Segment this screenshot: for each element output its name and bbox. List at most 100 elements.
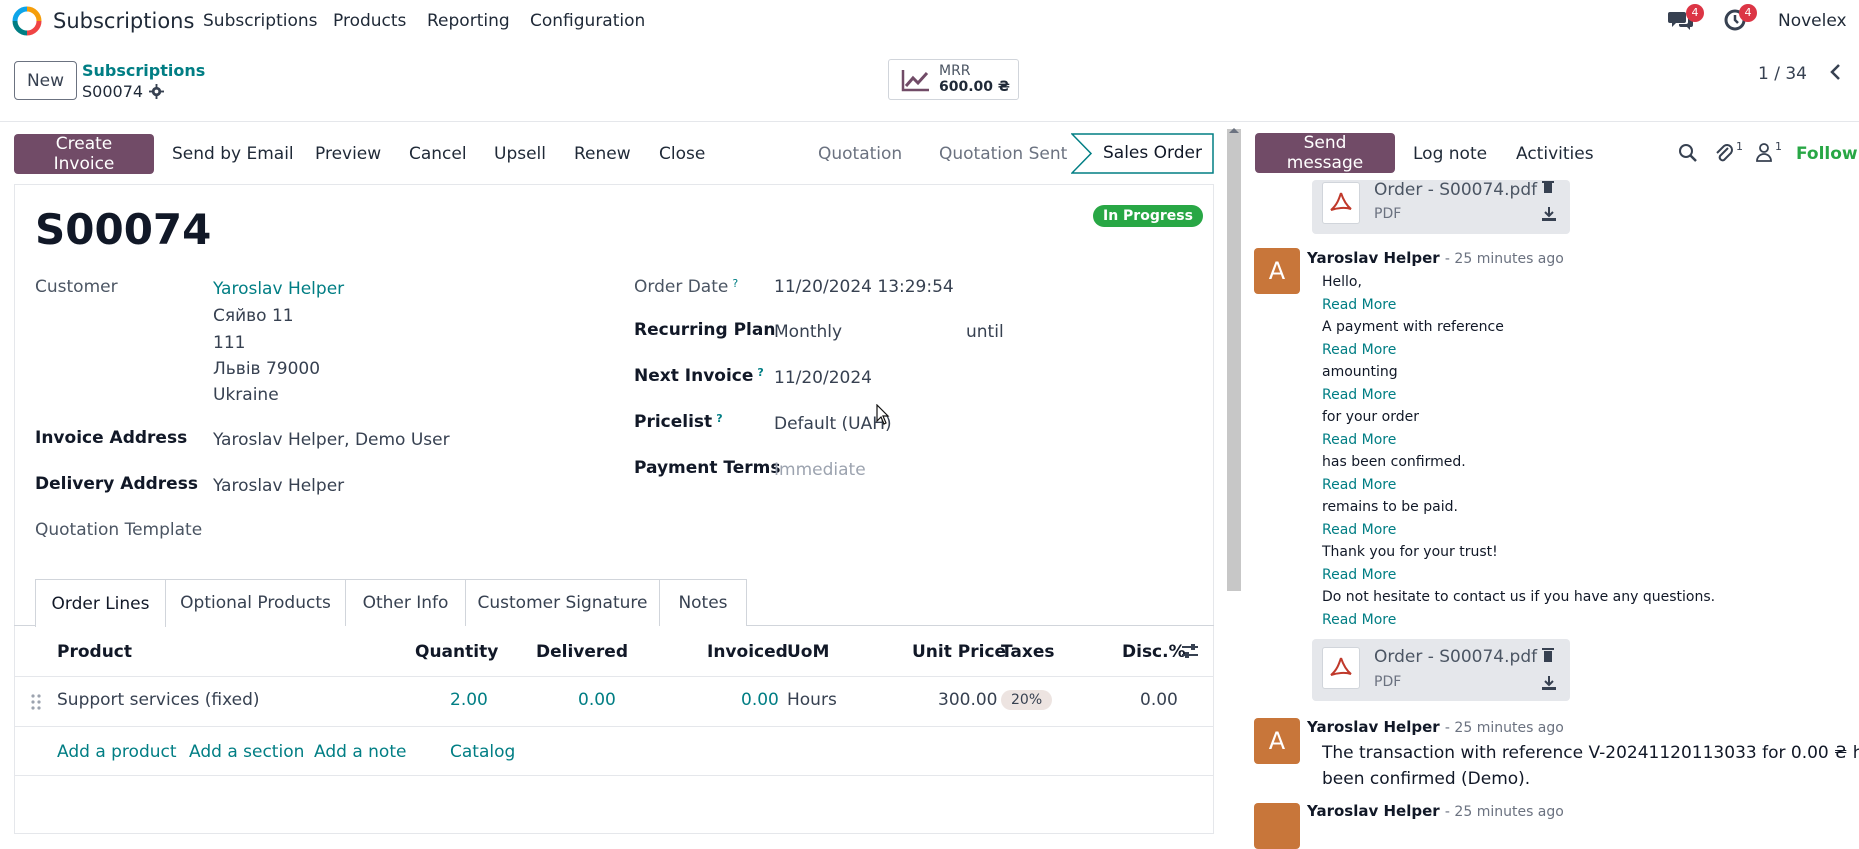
menu-reporting[interactable]: Reporting — [427, 11, 510, 31]
attachments-button[interactable]: 1 — [1714, 140, 1743, 168]
column-delivered[interactable]: Delivered — [536, 642, 628, 662]
menu-subscriptions[interactable]: Subscriptions — [203, 11, 317, 31]
attachment-card[interactable]: Order - S00074.pdf PDF — [1312, 639, 1570, 701]
form-scrollbar[interactable] — [1227, 129, 1241, 591]
read-more-link[interactable]: Read More — [1322, 297, 1396, 313]
pager-previous-button[interactable] — [1828, 62, 1842, 86]
menu-configuration[interactable]: Configuration — [530, 11, 645, 31]
help-icon[interactable]: ? — [716, 412, 722, 425]
preview-button[interactable]: Preview — [315, 144, 381, 164]
message-text: for your order — [1322, 409, 1419, 425]
pricelist-field[interactable]: Default (UAH) — [774, 414, 892, 434]
activities-button[interactable]: 4 — [1723, 4, 1757, 36]
mrr-smart-button[interactable]: MRR 600.00 ₴ — [888, 59, 1019, 100]
cancel-button[interactable]: Cancel — [409, 144, 467, 164]
read-more-link[interactable]: Read More — [1322, 342, 1396, 358]
catalog-link[interactable]: Catalog — [450, 742, 515, 762]
drag-handle-icon[interactable] — [30, 693, 42, 711]
tab-optional-products[interactable]: Optional Products — [165, 579, 346, 626]
message-text: A payment with reference — [1322, 319, 1504, 335]
column-unit-price[interactable]: Unit Price — [912, 642, 1006, 662]
gear-icon[interactable] — [149, 84, 165, 99]
message-text: remains to be paid. — [1322, 499, 1458, 515]
avatar[interactable]: A — [1254, 248, 1300, 294]
tab-order-lines[interactable]: Order Lines — [35, 579, 166, 627]
app-logo-icon[interactable] — [12, 6, 42, 36]
avatar[interactable] — [1254, 803, 1300, 849]
customer-field[interactable]: Yaroslav Helper — [213, 279, 344, 299]
column-uom[interactable]: UoM — [787, 642, 829, 662]
stage-quotation[interactable]: Quotation — [818, 144, 902, 164]
followers-count: 1 — [1775, 140, 1782, 153]
record-title: S00074 — [35, 205, 212, 254]
read-more-link[interactable]: Read More — [1322, 567, 1396, 583]
read-more-link[interactable]: Read More — [1322, 387, 1396, 403]
download-icon[interactable] — [1541, 675, 1557, 691]
help-icon[interactable]: ? — [732, 277, 738, 290]
send-by-email-button[interactable]: Send by Email — [172, 144, 294, 164]
followers-button[interactable]: 1 — [1755, 140, 1782, 166]
order-date-field[interactable]: 11/20/2024 13:29:54 — [774, 277, 954, 297]
message-text: Do not hesitate to contact us if you hav… — [1322, 589, 1716, 605]
read-more-link[interactable]: Read More — [1322, 432, 1396, 448]
scroll-up-arrow-icon[interactable] — [1228, 126, 1240, 134]
column-product[interactable]: Product — [57, 642, 132, 662]
cell-taxes-badge[interactable]: 20% — [1001, 690, 1053, 710]
attachment-card[interactable]: Order - S00074.pdf PDF — [1312, 180, 1570, 234]
menu-products[interactable]: Products — [333, 11, 406, 31]
pricelist-label: Pricelist? — [634, 412, 723, 432]
upsell-button[interactable]: Upsell — [494, 144, 546, 164]
customer-label: Customer — [35, 277, 118, 297]
next-invoice-field[interactable]: 11/20/2024 — [774, 368, 872, 388]
delivery-address-field[interactable]: Yaroslav Helper — [213, 476, 344, 496]
app-name[interactable]: Subscriptions — [53, 9, 194, 33]
payment-terms-field[interactable]: Immediate — [774, 460, 866, 480]
activities-count-badge: 4 — [1739, 4, 1757, 22]
trash-icon[interactable] — [1541, 180, 1555, 194]
activities-tab-button[interactable]: Activities — [1516, 144, 1594, 164]
quotation-template-label: Quotation Template — [35, 520, 203, 540]
renew-button[interactable]: Renew — [574, 144, 631, 164]
tab-notes[interactable]: Notes — [659, 579, 747, 626]
download-icon[interactable] — [1541, 206, 1557, 222]
add-note-link[interactable]: Add a note — [314, 742, 406, 762]
tab-customer-signature[interactable]: Customer Signature — [465, 579, 660, 626]
read-more-link[interactable]: Read More — [1322, 612, 1396, 628]
stage-sales-order[interactable]: Sales Order — [1071, 133, 1214, 174]
column-discount[interactable]: Disc.% — [1122, 642, 1186, 662]
company-switcher[interactable]: Novelex — [1778, 11, 1847, 31]
cell-discount[interactable]: 0.00 — [1140, 690, 1178, 710]
cell-unit-price[interactable]: 300.00 — [938, 690, 997, 710]
invoice-address-label: Invoice Address — [35, 428, 188, 448]
cell-invoiced[interactable]: 0.00 — [741, 690, 779, 710]
close-button[interactable]: Close — [659, 144, 705, 164]
recurring-plan-field[interactable]: Monthly — [774, 322, 842, 342]
column-invoiced[interactable]: Invoiced — [707, 642, 788, 662]
send-message-button[interactable]: Send message — [1255, 133, 1395, 173]
optional-columns-icon[interactable] — [1181, 642, 1199, 660]
log-note-button[interactable]: Log note — [1413, 144, 1487, 164]
new-button[interactable]: New — [14, 61, 77, 100]
tab-other-info[interactable]: Other Info — [345, 579, 466, 626]
cell-delivered[interactable]: 0.00 — [578, 690, 616, 710]
cell-product[interactable]: Support services (fixed) — [57, 690, 260, 710]
create-invoice-button[interactable]: Create Invoice — [14, 134, 154, 174]
read-more-link[interactable]: Read More — [1322, 477, 1396, 493]
pager-value[interactable]: 1 / 34 — [1758, 64, 1807, 84]
cell-quantity[interactable]: 2.00 — [450, 690, 488, 710]
stage-quotation-sent[interactable]: Quotation Sent — [939, 144, 1067, 164]
trash-icon[interactable] — [1541, 647, 1555, 663]
cell-uom[interactable]: Hours — [787, 690, 837, 710]
column-taxes[interactable]: Taxes — [1001, 642, 1055, 662]
messages-button[interactable]: 4 — [1668, 4, 1704, 36]
avatar[interactable]: A — [1254, 718, 1300, 764]
add-section-link[interactable]: Add a section — [189, 742, 304, 762]
invoice-address-field[interactable]: Yaroslav Helper, Demo User — [213, 430, 450, 450]
add-product-link[interactable]: Add a product — [57, 742, 177, 762]
read-more-link[interactable]: Read More — [1322, 522, 1396, 538]
column-quantity[interactable]: Quantity — [415, 642, 498, 662]
breadcrumb-subscriptions[interactable]: Subscriptions — [82, 61, 205, 80]
help-icon[interactable]: ? — [757, 366, 763, 379]
following-button[interactable]: Following — [1796, 144, 1859, 164]
search-icon[interactable] — [1678, 143, 1698, 163]
